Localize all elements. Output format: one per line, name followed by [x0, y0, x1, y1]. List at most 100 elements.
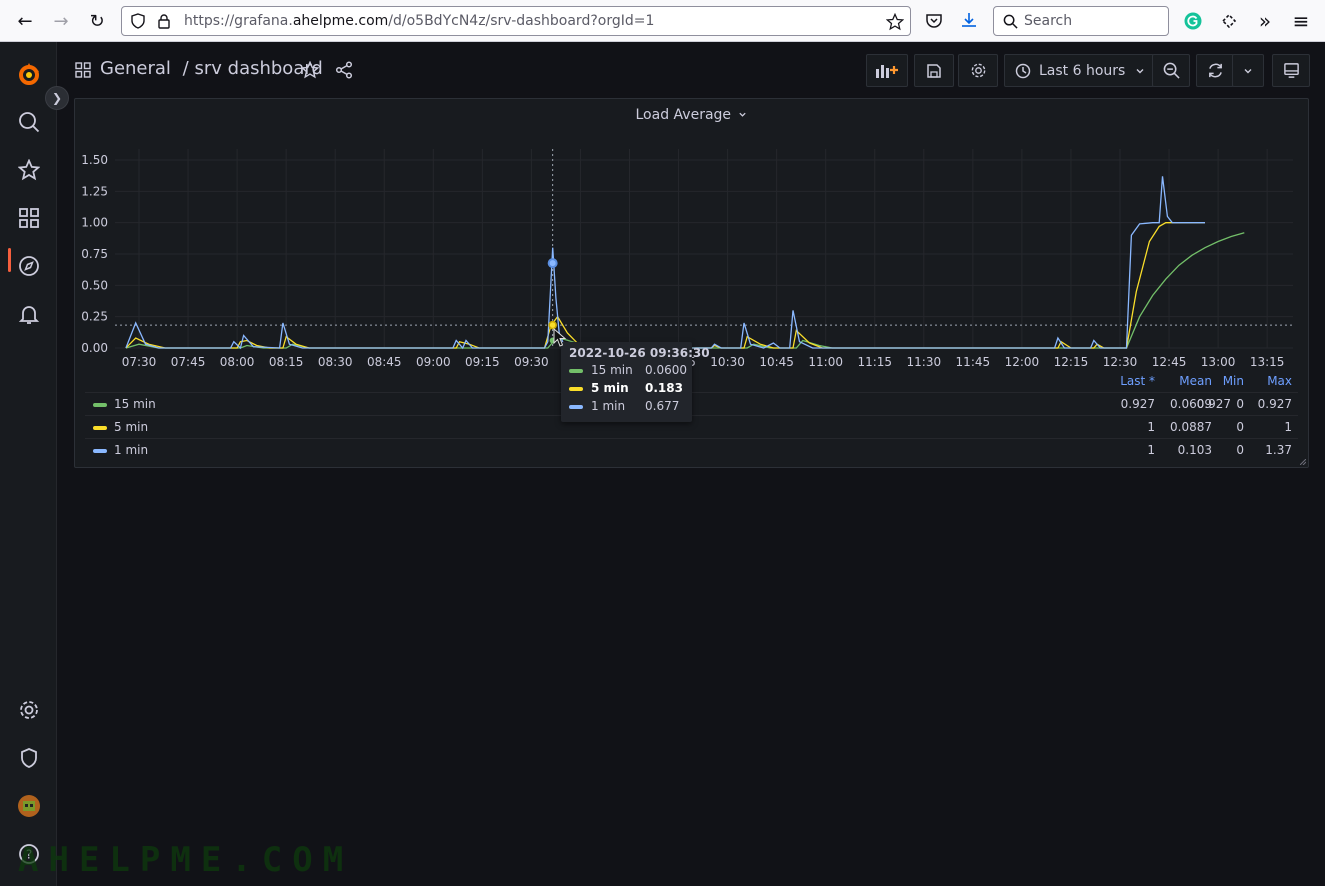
zoom-out-icon — [1163, 62, 1180, 79]
x-tick-label: 11:00 — [808, 355, 843, 369]
x-tick-label: 08:15 — [269, 355, 304, 369]
mouse-cursor-icon — [553, 328, 567, 347]
legend-mean-value: 0.0887 — [1170, 420, 1212, 434]
legend-row[interactable]: 1 min — [85, 438, 1298, 461]
legend-series-name: 5 min — [114, 420, 149, 434]
tooltip-series-value: 0.0600 — [645, 363, 687, 377]
legend-mean-value: 0.103 — [1177, 443, 1212, 457]
browser-toolbar: ← → ↻ https://grafana.ahelpme.com/d/o5Bd… — [0, 0, 1325, 42]
x-tick-label: 12:00 — [1005, 355, 1040, 369]
tooltip-time: 2022-10-26 09:36:30 — [569, 346, 710, 360]
server-admin-shield-icon[interactable] — [14, 743, 44, 773]
load-average-chart[interactable]: 0.00 0.25 0.50 0.75 1.00 1.25 1.50 07:30 07:45 08… — [75, 99, 1310, 379]
grafana-logo-icon[interactable] — [14, 60, 44, 90]
legend-min-value: 0 — [1236, 443, 1244, 457]
x-tick-label: 10:30 — [710, 355, 745, 369]
bookmark-star-icon[interactable] — [886, 13, 904, 31]
dashboard-settings-button[interactable] — [958, 54, 998, 87]
add-panel-icon — [876, 64, 898, 78]
legend-mean-value: 0.0609 — [1170, 397, 1212, 411]
download-icon[interactable] — [960, 11, 978, 29]
hover-point-1-min — [547, 258, 558, 269]
breadcrumb-folder[interactable]: General — [100, 58, 171, 79]
legend-color-swatch — [93, 403, 107, 407]
x-tick-label: 09:30 — [514, 355, 549, 369]
legend-max-value: 0.927 — [1257, 397, 1292, 411]
x-tick-label: 07:45 — [171, 355, 206, 369]
x-tick-label: 11:30 — [907, 355, 942, 369]
series-line-15-min — [125, 232, 1245, 349]
resize-handle-icon[interactable] — [1300, 459, 1306, 465]
shield-icon — [131, 13, 145, 29]
y-tick-label: 0.25 — [81, 310, 108, 324]
grammarly-icon[interactable] — [1184, 12, 1202, 30]
legend-last-value: 1 — [1147, 443, 1155, 457]
pocket-icon[interactable] — [925, 12, 943, 30]
x-tick-label: 09:15 — [465, 355, 500, 369]
tooltip-series-value: 0.677 — [645, 399, 680, 413]
search-icon — [1003, 14, 1018, 29]
legend-header-last[interactable]: Last * — [1120, 374, 1155, 388]
forward-icon[interactable]: → — [48, 8, 74, 34]
expand-sidebar-button[interactable]: ❯ — [45, 86, 69, 110]
address-bar[interactable]: https://grafana.ahelpme.com/d/o5BdYcN4z/… — [121, 6, 911, 36]
add-panel-button[interactable] — [866, 54, 908, 87]
x-tick-label: 09:00 — [416, 355, 451, 369]
back-icon[interactable]: ← — [12, 8, 38, 34]
breadcrumb-separator: / — [182, 58, 189, 79]
x-tick-label: 08:30 — [318, 355, 353, 369]
user-avatar[interactable] — [14, 791, 44, 821]
refresh-button[interactable] — [1196, 54, 1234, 87]
more-tools-icon[interactable]: » — [1252, 8, 1278, 34]
dashboards-icon[interactable] — [14, 203, 44, 233]
legend-header-min[interactable]: Min — [1223, 374, 1244, 388]
configuration-gear-icon[interactable] — [14, 695, 44, 725]
x-tick-label: 12:45 — [1152, 355, 1187, 369]
tooltip-series-name: 15 min — [591, 363, 633, 377]
legend-series-name: 1 min — [114, 443, 149, 457]
tooltip-row: 1 min 0.677 — [569, 398, 687, 416]
legend-max-value: 1.37 — [1265, 443, 1292, 457]
menu-icon[interactable]: ≡ — [1288, 8, 1314, 34]
legend-max-value: 1 — [1284, 420, 1292, 434]
lock-icon — [158, 14, 170, 29]
starred-icon[interactable] — [14, 155, 44, 185]
refresh-interval-dropdown[interactable] — [1232, 54, 1264, 87]
tooltip-row: 15 min 0.0600 — [569, 362, 687, 380]
x-tick-label: 08:45 — [367, 355, 402, 369]
mark-favorite-star-icon[interactable] — [301, 61, 319, 79]
legend-min-value: 0 — [1236, 420, 1244, 434]
dashboards-grid-icon — [75, 62, 91, 78]
dashboard-header: General / srv dashboard Last 6 hours — [58, 42, 1325, 98]
series-line-1-min — [125, 176, 1205, 350]
alerting-bell-icon[interactable] — [14, 299, 44, 329]
save-dashboard-button[interactable] — [914, 54, 954, 87]
gear-icon — [971, 63, 985, 78]
share-icon[interactable] — [335, 61, 353, 79]
tooltip-color-swatch — [569, 387, 583, 391]
reload-icon[interactable]: ↻ — [84, 8, 110, 34]
explore-icon[interactable] — [14, 251, 44, 281]
watermark-logo: AHELPME.COM — [18, 840, 354, 880]
legend-last-value: 0.927 — [1120, 397, 1155, 411]
x-tick-label: 11:45 — [956, 355, 991, 369]
y-tick-label: 1.50 — [81, 153, 108, 167]
clock-icon — [1015, 63, 1031, 78]
extension-icon[interactable] — [1220, 12, 1238, 30]
tooltip-series-value: 0.183 — [645, 381, 683, 395]
zoom-out-button[interactable] — [1152, 54, 1190, 87]
save-icon — [927, 63, 941, 78]
monitor-icon — [1283, 63, 1299, 78]
legend-color-swatch — [93, 449, 107, 453]
x-tick-label: 13:00 — [1201, 355, 1236, 369]
chart-tooltip: 2022-10-26 09:36:30 15 min 0.0600 5 min … — [561, 342, 710, 422]
time-range-picker[interactable]: Last 6 hours — [1004, 54, 1154, 87]
legend-header-mean[interactable]: Mean — [1179, 374, 1212, 388]
y-tick-label: 0.50 — [81, 278, 108, 292]
browser-search-input[interactable]: Search — [993, 6, 1169, 36]
cycle-view-mode-button[interactable] — [1272, 54, 1310, 87]
legend-header-max[interactable]: Max — [1267, 374, 1292, 388]
tooltip-series-name: 1 min — [591, 399, 626, 413]
search-icon[interactable] — [14, 107, 44, 137]
x-tick-label: 08:00 — [220, 355, 255, 369]
